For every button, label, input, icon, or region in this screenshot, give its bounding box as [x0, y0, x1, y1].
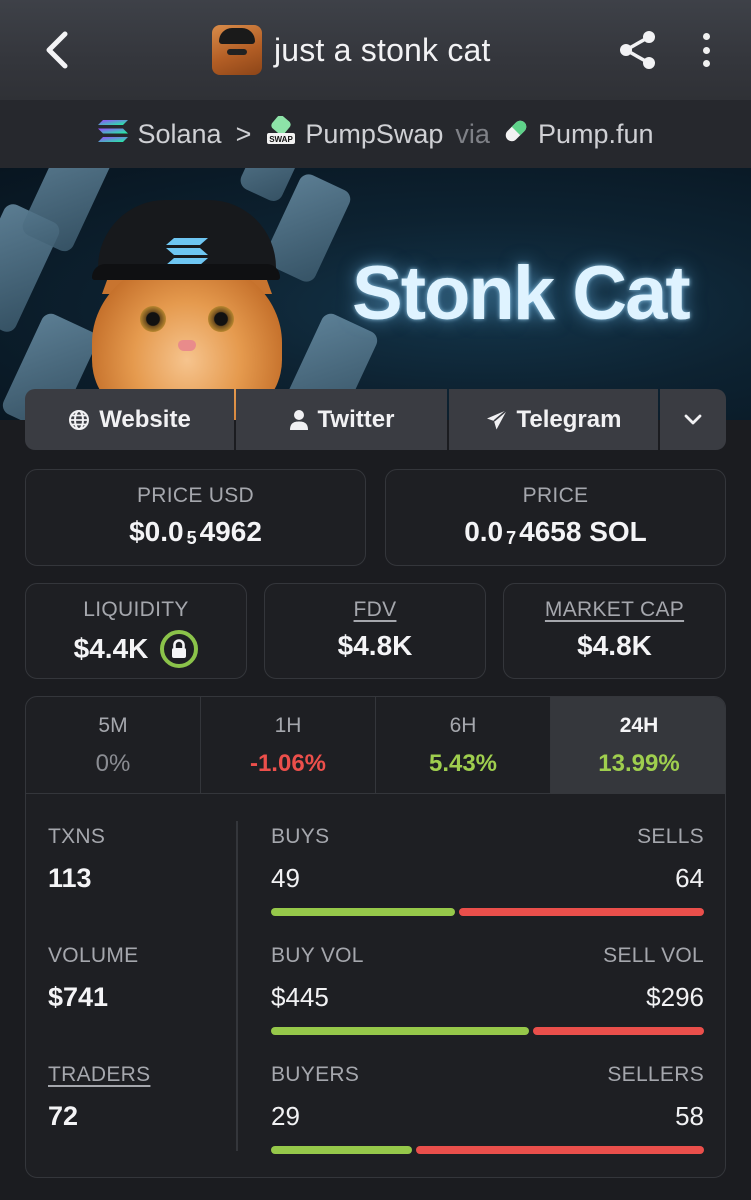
fdv-card[interactable]: FDV $4.8K: [264, 583, 486, 679]
chevron-left-icon: [46, 31, 68, 69]
price-usd-card: PRICE USD $0.0 5 4962: [25, 469, 366, 566]
more-links-button[interactable]: [660, 389, 726, 450]
tab-24h[interactable]: 24H 13.99%: [551, 697, 725, 794]
telegram-label: Telegram: [516, 405, 622, 433]
sellers-value: 58: [675, 1101, 704, 1131]
buys-sells-bar: [271, 908, 704, 916]
send-icon: [486, 408, 508, 431]
top-bar: just a stonk cat: [0, 0, 751, 100]
market-cap-card[interactable]: MARKET CAP $4.8K: [503, 583, 726, 679]
zero-count: 5: [186, 527, 197, 548]
back-button[interactable]: [36, 30, 76, 70]
solana-icon: [97, 118, 129, 151]
globe-icon: [68, 409, 90, 431]
change-6h: 5.43%: [428, 750, 498, 777]
page-title: just a stonk cat: [274, 31, 491, 68]
token-banner: Stonk Cat: [0, 168, 751, 420]
txns-metric: TXNS 113: [48, 825, 106, 893]
lock-icon[interactable]: [160, 630, 199, 668]
share-icon: [620, 31, 655, 69]
fdv-value: $4.8K: [337, 630, 413, 661]
telegram-button[interactable]: Telegram: [449, 389, 658, 450]
chevron-down-icon: [684, 414, 702, 424]
buyers-value: 29: [271, 1101, 300, 1131]
buys-sells: BUYS SELLS 49 64: [271, 825, 704, 916]
dex-link[interactable]: PumpSwap: [305, 119, 443, 150]
cat-illustration: [92, 188, 282, 420]
buys-value: 49: [271, 863, 300, 893]
price-native-card: PRICE 0.0 7 4658 SOL: [385, 469, 726, 566]
tab-1h[interactable]: 1H -1.06%: [201, 697, 376, 794]
liquidity-label: LIQUIDITY: [83, 598, 189, 621]
buy-sell-volume: BUY VOL SELL VOL $445 $296: [271, 944, 704, 1035]
banner-title: Stonk Cat: [352, 251, 691, 336]
pumpswap-icon: SWAP: [265, 114, 297, 153]
cat-eye: [140, 306, 166, 332]
buy-vol-value: $445: [271, 982, 329, 1012]
timeframe-tabs: 5M 0% 1H -1.06% 6H 5.43% 24H 13.99%: [26, 697, 725, 794]
change-24h: 13.99%: [598, 750, 680, 777]
trading-activity-panel: 5M 0% 1H -1.06% 6H 5.43% 24H 13.99% TXNS…: [25, 696, 726, 1178]
pill-icon: [502, 117, 530, 152]
divider: [236, 821, 238, 1151]
twitter-button[interactable]: Twitter: [236, 389, 447, 450]
price-usd-value: $0.0 5 4962: [129, 516, 262, 548]
fdv-label[interactable]: FDV: [265, 598, 485, 622]
liquidity-card: LIQUIDITY $4.4K: [25, 583, 247, 679]
share-button[interactable]: [617, 29, 659, 71]
token-title: just a stonk cat: [212, 25, 491, 75]
via-label: via: [455, 118, 490, 149]
sells-value: 64: [675, 863, 704, 893]
sell-vol-value: $296: [646, 982, 704, 1012]
change-1h: -1.06%: [249, 750, 327, 777]
liquidity-value: $4.4K: [73, 633, 149, 664]
twitter-label: Twitter: [317, 405, 395, 433]
social-links: Website Twitter Telegram: [25, 389, 726, 450]
traders-value: 72: [48, 1101, 79, 1131]
cat-nose: [178, 340, 196, 351]
market-cap-value: $4.8K: [577, 630, 652, 661]
user-icon: [289, 409, 309, 431]
breadcrumb-separator: >: [235, 118, 252, 149]
volume-metric: VOLUME $741: [48, 944, 139, 1012]
price-native-value: 0.0 7 4658 SOL: [464, 516, 647, 548]
volume-value: $741: [48, 982, 109, 1012]
more-vertical-icon: [702, 33, 710, 40]
website-label: Website: [99, 405, 191, 433]
price-native-label: PRICE: [522, 484, 589, 507]
buyers-sellers: BUYERS SELLERS 29 58: [271, 1063, 704, 1154]
change-5m: 0%: [95, 750, 131, 777]
txns-value: 113: [48, 863, 92, 893]
breadcrumb: Solana > SWAP PumpSwap via Pump.fun: [0, 100, 751, 168]
cat-eye: [208, 306, 234, 332]
more-button[interactable]: [696, 30, 716, 70]
token-avatar: [212, 25, 262, 75]
traders-metric: TRADERS 72: [48, 1063, 151, 1131]
launchpad-link[interactable]: Pump.fun: [538, 119, 654, 150]
website-button[interactable]: Website: [25, 389, 234, 450]
volume-bar: [271, 1027, 704, 1035]
chain-link[interactable]: Solana: [137, 119, 221, 150]
buyers-sellers-bar: [271, 1146, 704, 1154]
market-cap-label[interactable]: MARKET CAP: [504, 598, 725, 622]
zero-count: 7: [506, 527, 517, 548]
price-usd-label: PRICE USD: [136, 484, 255, 507]
tab-5m[interactable]: 5M 0%: [26, 697, 201, 794]
tab-6h[interactable]: 6H 5.43%: [376, 697, 551, 794]
svg-text:SWAP: SWAP: [270, 135, 294, 144]
solana-cap-logo: [166, 238, 208, 265]
